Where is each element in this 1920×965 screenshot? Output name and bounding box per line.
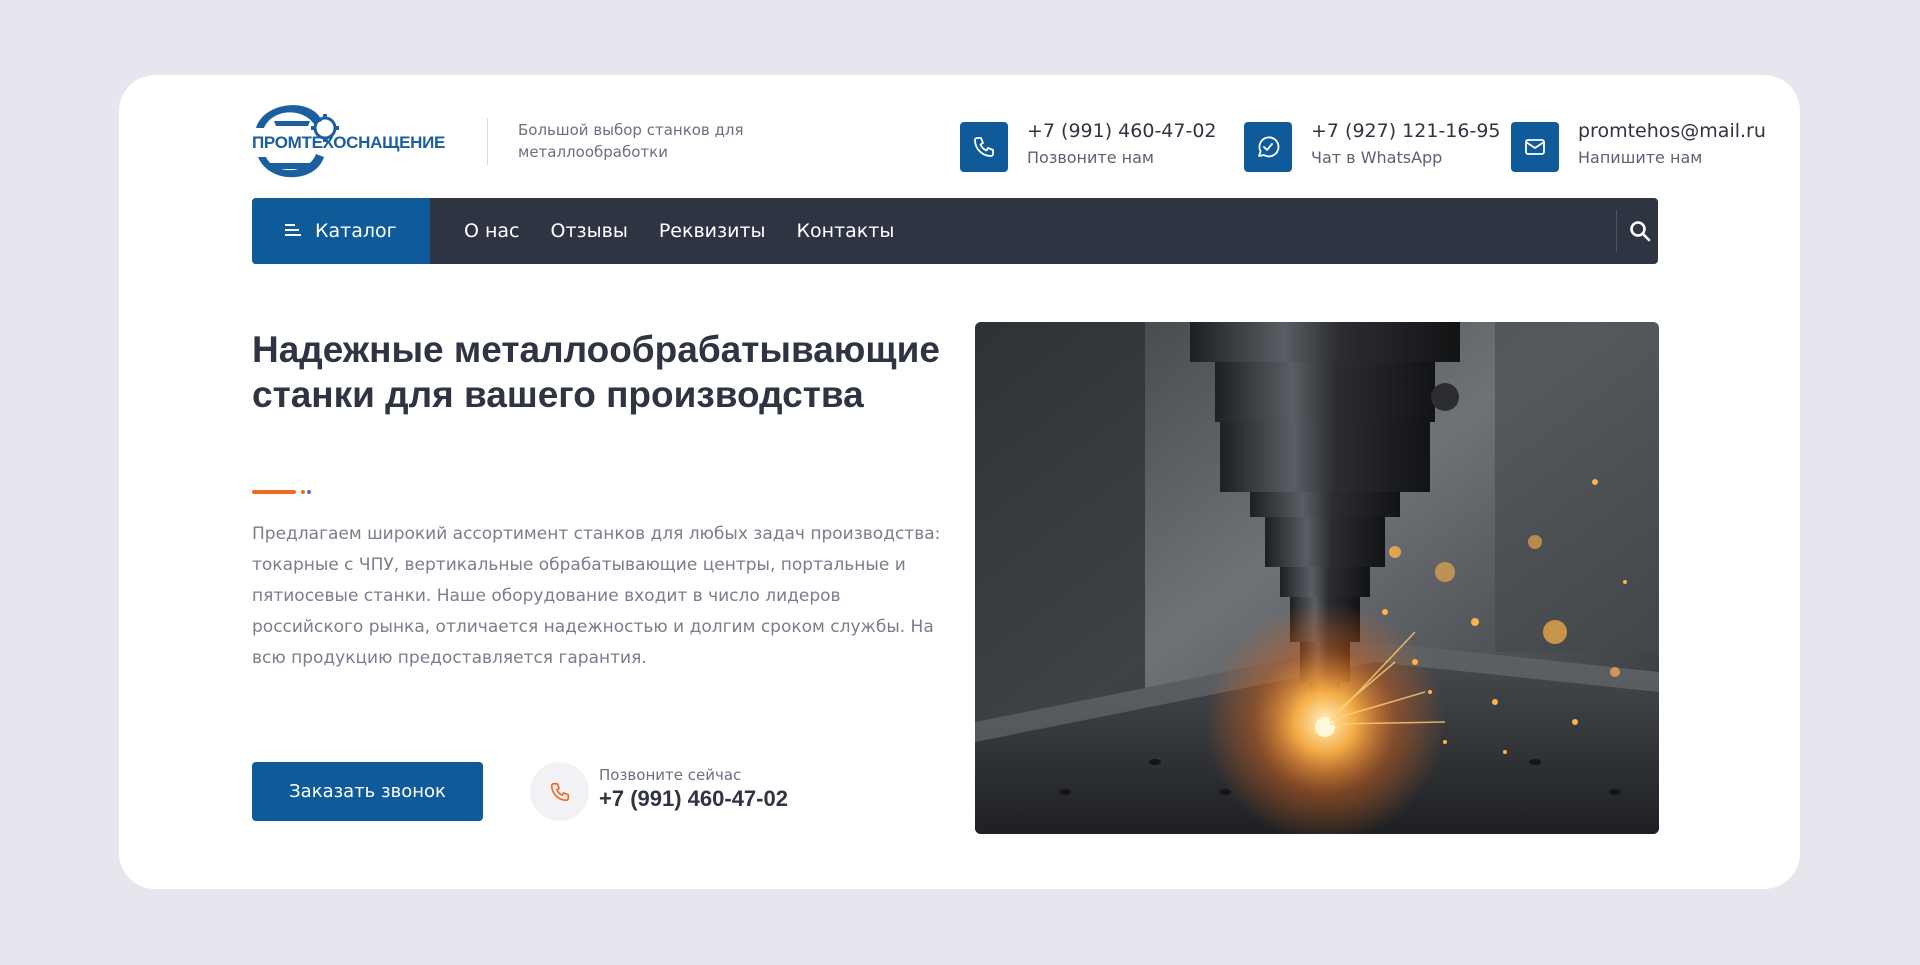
- page-card: ПРОМТЕХОСНАЩЕНИЕ Большой выбор станков д…: [119, 75, 1800, 889]
- search-button[interactable]: [1628, 198, 1658, 264]
- mail-icon: [1511, 122, 1559, 172]
- accent-dot: [307, 490, 311, 494]
- menu-icon: [285, 220, 301, 242]
- logo-text: ПРОМТЕХОСНАЩЕНИЕ: [252, 133, 446, 152]
- nav-link-requisites[interactable]: Реквизиты: [659, 220, 766, 242]
- call-now-label: Позвоните сейчас: [599, 766, 742, 784]
- hero-description: Предлагаем широкий ассортимент станков д…: [252, 524, 941, 668]
- whatsapp-icon: [1244, 122, 1292, 172]
- contact-whatsapp-caption: Чат в WhatsApp: [1311, 148, 1443, 167]
- logo[interactable]: ПРОМТЕХОСНАЩЕНИЕ: [252, 95, 472, 190]
- accent-dot: [301, 490, 305, 494]
- contact-whatsapp-number[interactable]: +7 (927) 121-16-95: [1311, 120, 1501, 142]
- hero-image-cnc-machine: [975, 322, 1659, 834]
- header-divider: [487, 118, 488, 165]
- tagline: Большой выбор станков для металлообработ…: [518, 121, 744, 161]
- nav-links: О нас Отзывы Реквизиты Контакты: [464, 198, 894, 264]
- nav-link-reviews[interactable]: Отзывы: [551, 220, 628, 242]
- main-nav: Каталог О нас Отзывы Реквизиты Контакты: [252, 198, 1658, 264]
- nav-link-about[interactable]: О нас: [464, 220, 520, 242]
- phone-icon: [530, 762, 589, 821]
- call-now-phone[interactable]: +7 (991) 460-47-02: [599, 786, 788, 812]
- catalog-button[interactable]: Каталог: [252, 198, 430, 264]
- catalog-label: Каталог: [315, 220, 397, 242]
- nav-divider: [1616, 210, 1617, 252]
- nav-link-contacts[interactable]: Контакты: [797, 220, 895, 242]
- contact-email-caption: Напишите нам: [1578, 148, 1703, 167]
- search-icon: [1630, 221, 1651, 242]
- accent-line: [252, 490, 296, 494]
- order-call-button[interactable]: Заказать звонок: [252, 762, 483, 821]
- site-header: ПРОМТЕХОСНАЩЕНИЕ Большой выбор станков д…: [252, 95, 1766, 190]
- contact-phone-number[interactable]: +7 (991) 460-47-02: [1027, 120, 1217, 142]
- phone-icon: [960, 122, 1008, 172]
- contact-email-address[interactable]: promtehos@mail.ru: [1578, 120, 1766, 142]
- hero-title: Надежные металлообрабатывающие станки дл…: [252, 329, 940, 415]
- contact-phone-caption: Позвоните нам: [1027, 148, 1154, 167]
